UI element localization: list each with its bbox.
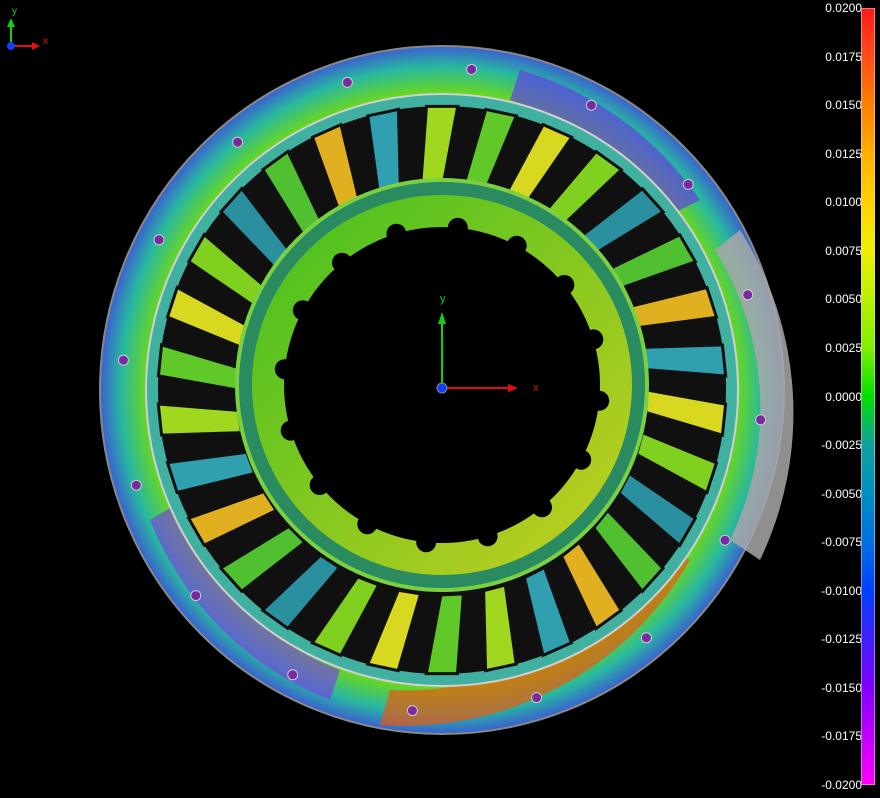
hub-notch [583, 329, 604, 350]
bolt-hole [719, 534, 731, 546]
scale-label: 0.0150 [825, 98, 862, 113]
bolt-hole [117, 354, 129, 366]
scale-label: -0.0150 [821, 680, 862, 695]
hub-notch [571, 449, 592, 470]
corner-axis-triad: x y [7, 6, 48, 50]
hub-notch [506, 235, 527, 256]
3d-viewport[interactable]: x y x y [0, 0, 820, 793]
corner-x-label: x [43, 36, 48, 47]
scale-label: 0.0050 [825, 292, 862, 307]
scale-label: 0.0075 [825, 243, 862, 258]
hub-notch [477, 526, 498, 547]
hub-notch [357, 514, 378, 535]
scale-label: 0.0100 [825, 195, 862, 210]
hub-notch [280, 420, 301, 441]
scale-label: -0.0125 [821, 632, 862, 647]
hub-notch [589, 390, 610, 411]
bolt-hole [341, 76, 353, 88]
hub-notch [292, 300, 313, 321]
scale-label: 0.0200 [825, 1, 862, 15]
bolt-hole [287, 669, 299, 681]
scale-label: 0.0125 [825, 146, 862, 161]
hub-notch [309, 475, 330, 495]
bolt-hole [190, 590, 202, 602]
hub-notch [532, 497, 552, 518]
hub-notch [274, 359, 295, 380]
vane [156, 402, 244, 437]
scale-label: -0.0100 [821, 583, 862, 598]
scale-label: 0.0025 [825, 340, 862, 355]
bolt-hole [682, 178, 694, 190]
bolt-hole [585, 99, 597, 111]
center-x-label: x [533, 382, 539, 394]
scale-label: -0.0025 [821, 438, 862, 453]
corner-y-label: y [12, 6, 17, 17]
bolt-hole [640, 632, 652, 644]
bolt-hole [742, 289, 754, 301]
scale-label: -0.0075 [821, 535, 862, 550]
hub-notch [386, 223, 407, 244]
bolt-hole [531, 692, 543, 704]
scale-label: 0.0000 [825, 389, 862, 404]
scale-label: -0.0050 [821, 486, 862, 501]
center-y-label: y [440, 293, 446, 305]
bolt-hole [755, 414, 767, 426]
hub-notch [332, 252, 352, 273]
bolt-hole [406, 705, 418, 717]
color-scale-bar [861, 8, 875, 785]
hub-notch [554, 275, 575, 295]
bolt-hole [130, 479, 142, 491]
scale-label: -0.0200 [821, 778, 862, 792]
bolt-hole [232, 136, 244, 148]
turbine-ring-render: x y x y [7, 6, 794, 735]
hub-notch [447, 217, 468, 238]
bolt-hole [153, 234, 165, 246]
bolt-hole [466, 63, 478, 75]
scale-label: 0.0175 [825, 49, 862, 64]
hub-notch [416, 532, 437, 553]
scale-label: -0.0175 [821, 729, 862, 744]
vane [640, 343, 728, 378]
